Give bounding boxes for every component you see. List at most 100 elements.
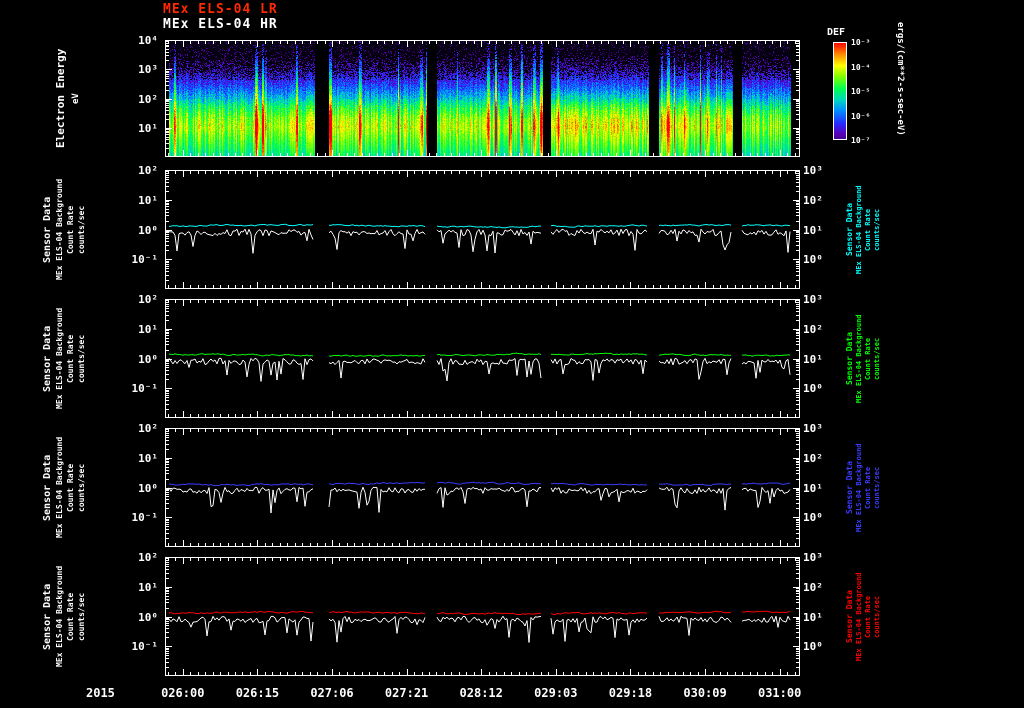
line-panel-green: Sensor Data MEx ELS-04 Background Count … xyxy=(0,293,1024,418)
counts-sec-label: counts/sec xyxy=(77,334,86,383)
background-label: MEx ELS-04 Background xyxy=(55,565,64,668)
x-axis-tick-label: 027:21 xyxy=(384,686,429,700)
panel-right-axis-label: Sensor Data MEx ELS-04 Background Count … xyxy=(845,428,881,547)
axis-tick-label: 10² xyxy=(138,164,158,177)
panel-left-axis-label: Sensor Data MEx ELS-04 Background Count … xyxy=(42,170,86,289)
panel-right-ticks: 10³ 10² 10¹ 10⁰ xyxy=(803,164,847,289)
panel-left-axis-label: Sensor Data MEx ELS-04 Background Count … xyxy=(42,557,86,676)
count-rate-label-right: Count Rate xyxy=(864,466,872,509)
axis-tick-label: 10¹ xyxy=(138,121,158,135)
axis-tick-label: 10¹ xyxy=(803,481,823,495)
count-rate-label: Count Rate xyxy=(66,463,75,512)
panel-left-ticks: 10² 10¹ 10⁰ 10⁻¹ xyxy=(94,551,159,676)
axis-tick-label: 10⁰ xyxy=(803,382,823,396)
axis-tick-label: 10³ xyxy=(138,63,158,77)
panel-left-ticks: 10² 10¹ 10⁰ 10⁻¹ xyxy=(94,422,159,547)
panel-left-ticks: 10² 10¹ 10⁰ 10⁻¹ xyxy=(94,164,159,289)
counts-sec-label: counts/sec xyxy=(77,463,86,512)
sensor-data-label-right: Sensor Data xyxy=(845,461,854,514)
axis-tick-label: 10¹ xyxy=(803,352,823,366)
axis-tick-label: 10² xyxy=(803,451,823,465)
x-axis-tick-label: 026:15 xyxy=(235,686,280,700)
colorbar-tick-label: 10⁻⁷ xyxy=(851,136,871,145)
axis-tick-label: 10³ xyxy=(803,164,823,177)
axis-tick-label: 10¹ xyxy=(138,193,158,207)
x-axis-tick-label: 027:06 xyxy=(310,686,354,700)
axis-tick-label: 10³ xyxy=(803,293,823,306)
ev-units-label: eV xyxy=(71,93,81,104)
x-axis-tick-label: 029:18 xyxy=(608,686,653,700)
background-label-right: MEx ELS-04 Background xyxy=(855,443,863,532)
counts-sec-label: counts/sec xyxy=(77,592,86,641)
background-label: MEx ELS-04 Background xyxy=(55,436,64,539)
axis-tick-label: 10⁻¹ xyxy=(131,640,159,654)
line-panel-cyan: Sensor Data MEx ELS-04 Background Count … xyxy=(0,164,1024,289)
plot-title-lr: MEx ELS-04 LR xyxy=(163,2,278,17)
axis-tick-label: 10¹ xyxy=(803,223,823,237)
counts-sec-label-right: counts/sec xyxy=(873,595,881,638)
panel-right-axis-label: Sensor Data MEx ELS-04 Background Count … xyxy=(845,299,881,418)
count-rate-label: Count Rate xyxy=(66,334,75,383)
colorbar-tick-label: 10⁻⁶ xyxy=(851,111,871,121)
axis-tick-label: 10⁰ xyxy=(138,352,158,366)
panel-left-ticks: 10² 10¹ 10⁰ 10⁻¹ xyxy=(94,293,159,418)
sensor-data-label: Sensor Data xyxy=(42,196,53,263)
axis-tick-label: 10⁰ xyxy=(138,481,158,495)
sensor-data-label: Sensor Data xyxy=(42,325,53,392)
axis-tick-label: 10¹ xyxy=(138,322,158,336)
axis-tick-label: 10⁰ xyxy=(803,253,823,267)
counts-sec-label-right: counts/sec xyxy=(873,208,881,251)
spectrogram-y-axis-label: Electron Energy eV xyxy=(54,40,81,157)
counts-sec-label-right: counts/sec xyxy=(873,466,881,509)
count-rate-label: Count Rate xyxy=(66,205,75,254)
background-label-right: MEx ELS-04 Background xyxy=(855,314,863,403)
axis-tick-label: 10⁻¹ xyxy=(131,253,159,267)
background-label: MEx ELS-04 Background xyxy=(55,307,64,410)
axis-tick-label: 10⁻¹ xyxy=(131,382,159,396)
els-science-plot: MEx ELS-04 LR MEx ELS-04 HR Electron Ene… xyxy=(0,0,1024,708)
line-plot-canvas xyxy=(165,428,800,547)
spectrogram-canvas xyxy=(165,40,800,157)
count-rate-label-right: Count Rate xyxy=(864,337,872,380)
axis-tick-label: 10³ xyxy=(803,422,823,435)
colorbar-tick-label: 10⁻⁴ xyxy=(851,62,871,72)
axis-tick-label: 10⁰ xyxy=(803,640,823,654)
line-plot-canvas xyxy=(165,299,800,418)
count-rate-label: Count Rate xyxy=(66,592,75,641)
spectrogram-y-ticks: 10⁴ 10³ 10² 10¹ xyxy=(118,34,158,157)
background-label: MEx ELS-04 Background xyxy=(55,178,64,281)
background-label-right: MEx ELS-04 Background xyxy=(855,185,863,274)
background-label-right: MEx ELS-04 Background xyxy=(855,572,863,661)
x-axis-tick-label: 028:12 xyxy=(459,686,503,700)
axis-tick-label: 10² xyxy=(803,580,823,594)
panel-left-axis-label: Sensor Data MEx ELS-04 Background Count … xyxy=(42,428,86,547)
x-axis-tick-label: 029:03 xyxy=(534,686,578,700)
axis-tick-label: 10² xyxy=(803,322,823,336)
sensor-data-label-right: Sensor Data xyxy=(845,590,854,643)
panel-left-axis-label: Sensor Data MEx ELS-04 Background Count … xyxy=(42,299,86,418)
axis-tick-label: 10¹ xyxy=(138,580,158,594)
x-axis-tick-label: 031:00 xyxy=(757,686,802,700)
line-plot-canvas xyxy=(165,170,800,289)
axis-tick-label: 10⁴ xyxy=(138,34,158,47)
axis-tick-label: 10² xyxy=(138,422,158,435)
axis-tick-label: 10² xyxy=(138,92,158,106)
panel-right-ticks: 10³ 10² 10¹ 10⁰ xyxy=(803,551,847,676)
counts-sec-label-right: counts/sec xyxy=(873,337,881,380)
colorbar-title: DEF xyxy=(827,27,846,38)
axis-tick-label: 10¹ xyxy=(138,451,158,465)
panel-right-axis-label: Sensor Data MEx ELS-04 Background Count … xyxy=(845,557,881,676)
line-panel-blue: Sensor Data MEx ELS-04 Background Count … xyxy=(0,422,1024,547)
axis-tick-label: 10² xyxy=(138,551,158,564)
sensor-data-label: Sensor Data xyxy=(42,583,53,650)
line-plot-canvas xyxy=(165,557,800,676)
panel-right-ticks: 10³ 10² 10¹ 10⁰ xyxy=(803,422,847,547)
colorbar-tick-label: 10⁻⁵ xyxy=(851,87,871,96)
colorbar-canvas xyxy=(833,42,847,140)
panel-right-axis-label: Sensor Data MEx ELS-04 Background Count … xyxy=(845,170,881,289)
panel-right-ticks: 10³ 10² 10¹ 10⁰ xyxy=(803,293,847,418)
electron-energy-label: Electron Energy xyxy=(54,48,67,149)
axis-tick-label: 10⁰ xyxy=(138,610,158,624)
line-panel-red: Sensor Data MEx ELS-04 Background Count … xyxy=(0,551,1024,676)
axis-tick-label: 10⁰ xyxy=(138,223,158,237)
